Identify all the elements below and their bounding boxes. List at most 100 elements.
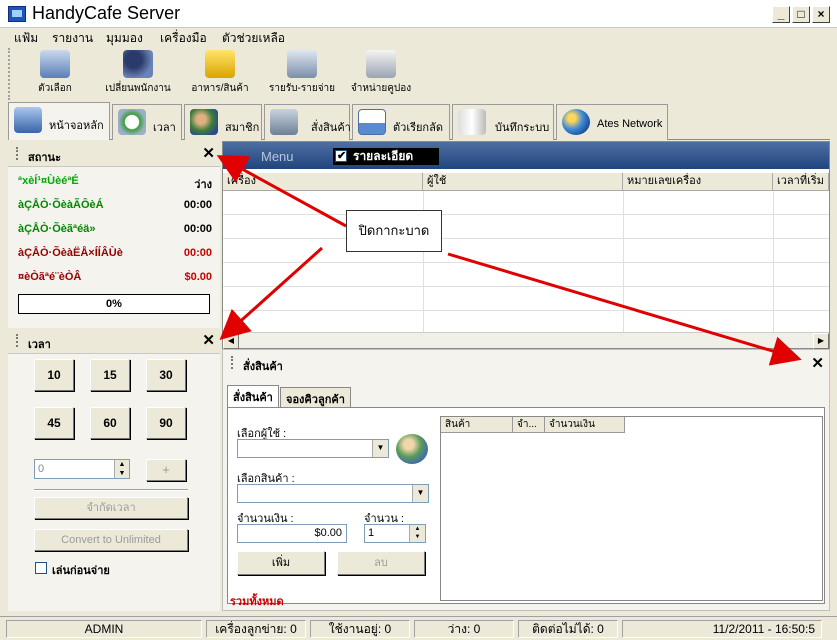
- tab-label: สมาชิก: [225, 122, 260, 134]
- amount-field[interactable]: $0.00: [237, 524, 347, 543]
- status-panel-header: สถานะ ✕: [8, 141, 220, 167]
- list-column-header[interactable]: จำ...: [513, 417, 545, 433]
- grid-line: [223, 310, 829, 311]
- status-datetime: 11/2/2011 - 16:50:5: [622, 620, 822, 638]
- grid-line: [223, 286, 829, 287]
- minimize-button[interactable]: _: [772, 6, 790, 23]
- order-form: เลือกผู้ใช้ : ▼ เลือกสินค้า : ▼ จำนวนเงิ…: [227, 407, 825, 608]
- status-label: àÇÅÒ·ÕèàÃÔèÁ: [18, 199, 104, 211]
- grip-handle[interactable]: [231, 356, 234, 369]
- clients-grid: Menu รายละเอียด เครื่อง ผู้ใช้ หมายเลขเค…: [222, 141, 830, 349]
- add-time-button[interactable]: +: [146, 459, 186, 481]
- chevron-down-icon[interactable]: ▼: [372, 440, 388, 457]
- printer-coupon-icon: [366, 50, 396, 78]
- tab-system-log[interactable]: บันทึกระบบ: [452, 104, 554, 140]
- tab-order-products[interactable]: สั่งสินค้า: [227, 385, 279, 408]
- toolbar-change-staff-button[interactable]: เปลี่ยนพนักงาน: [98, 50, 178, 96]
- time-60-button[interactable]: 60: [90, 407, 130, 439]
- delete-item-button[interactable]: ลบ: [337, 551, 425, 575]
- time-15-button[interactable]: 15: [90, 359, 130, 391]
- grid-menu-label[interactable]: Menu: [261, 149, 294, 164]
- convert-unlimited-button[interactable]: Convert to Unlimited: [34, 529, 188, 551]
- order-panel-header: สั่งสินค้า ✕: [223, 350, 829, 376]
- status-label: ªxèÍ¹¤ÙèéªÉ: [18, 175, 79, 187]
- close-window-button[interactable]: ×: [812, 6, 830, 23]
- menu-file[interactable]: แฟ้ม: [14, 29, 38, 48]
- tab-main-screen[interactable]: หน้าจอหลัก: [8, 102, 110, 140]
- detail-toggle[interactable]: รายละเอียด: [333, 148, 439, 165]
- maximize-button[interactable]: □: [792, 6, 810, 23]
- close-time-panel-button[interactable]: ✕: [202, 331, 215, 349]
- toolbar-label: จำหน่ายคูปอง: [350, 83, 412, 94]
- prepay-checkbox[interactable]: [35, 562, 47, 574]
- menu-report[interactable]: รายงาน: [52, 29, 93, 48]
- time-spinner[interactable]: 0 ▲ ▼: [34, 459, 130, 479]
- detail-checkbox[interactable]: [335, 148, 347, 164]
- menu-help[interactable]: ตัวช่วยเหลือ: [222, 29, 285, 48]
- time-30-button[interactable]: 30: [146, 359, 186, 391]
- grid-column-header[interactable]: เครื่อง: [223, 173, 423, 191]
- order-items-list[interactable]: สินค้า จำ... จำนวนเงิน: [440, 416, 823, 601]
- scroll-left-icon[interactable]: ◀: [223, 333, 239, 349]
- close-status-panel-button[interactable]: ✕: [202, 144, 215, 162]
- stepper-arrows-icon[interactable]: ▲ ▼: [409, 525, 425, 542]
- menu-bar: แฟ้ม รายงาน มุมมอง เครื่องมือ ตัวช่วยเหล…: [0, 28, 837, 48]
- tab-ates-network[interactable]: Ates Network: [556, 104, 668, 140]
- time-45-button[interactable]: 45: [34, 407, 74, 439]
- status-row: àÇÅÒ·Õèãªéä» 00:00: [18, 223, 212, 239]
- time-panel-header: เวลา ✕: [8, 328, 220, 354]
- shortcuts-icon: [358, 109, 386, 135]
- main-screen-icon: [14, 107, 42, 133]
- cash-register-icon: [287, 50, 317, 78]
- list-column-header[interactable]: จำนวนเงิน: [545, 417, 625, 433]
- status-label: ¤èÒãªé¨èÒÂ: [18, 271, 82, 283]
- horizontal-scrollbar[interactable]: ◀ ▶: [223, 332, 829, 349]
- globe-icon: [562, 109, 590, 135]
- tab-time[interactable]: เวลา: [112, 104, 182, 140]
- toolbar-options-button[interactable]: ตัวเลือก: [30, 50, 80, 96]
- user-lookup-icon[interactable]: [396, 434, 428, 464]
- toolbar: ตัวเลือก เปลี่ยนพนักงาน อาหาร/สินค้า ราย…: [8, 48, 830, 100]
- total-label: รวมทั้งหมด: [230, 596, 284, 608]
- select-product-dropdown[interactable]: ▼: [237, 484, 429, 503]
- status-value: $0.00: [184, 271, 212, 283]
- close-order-panel-button[interactable]: ✕: [811, 354, 824, 372]
- toolbar-label: รายรับ-รายจ่าย: [268, 83, 336, 94]
- tab-order[interactable]: สั่งสินค้า: [264, 104, 351, 140]
- grid-column-header[interactable]: หมายเลขเครื่อง: [623, 173, 773, 191]
- add-item-button[interactable]: เพิ่ม: [237, 551, 325, 575]
- limit-time-button[interactable]: จำกัดเวลา: [34, 497, 188, 519]
- status-value: 00:00: [183, 223, 212, 235]
- grid-line: [223, 262, 829, 263]
- status-row: ªxèÍ¹¤ÙèéªÉ ว่าง: [18, 175, 212, 191]
- menu-view[interactable]: มุมมอง: [106, 29, 143, 48]
- scroll-right-icon[interactable]: ▶: [813, 333, 829, 349]
- status-unreachable: ติดต่อไม่ได้: 0: [518, 620, 618, 638]
- tab-reservation[interactable]: จองคิวลูกค้า: [280, 387, 351, 407]
- status-panel-title: สถานะ: [28, 152, 61, 164]
- list-column-header[interactable]: สินค้า: [441, 417, 513, 433]
- grip-handle[interactable]: [16, 334, 19, 347]
- menu-tools[interactable]: เครื่องมือ: [160, 29, 207, 48]
- detail-label: รายละเอียด: [353, 149, 414, 163]
- toolbar-income-expense-button[interactable]: รายรับ-รายจ่าย: [262, 50, 342, 96]
- spinner-arrows-icon[interactable]: ▲ ▼: [114, 460, 129, 478]
- qty-stepper[interactable]: 1 ▲ ▼: [364, 524, 426, 543]
- status-label: àÇÅÒ·ÕèàËÅ×ÍÍÂÙè: [18, 247, 123, 259]
- chevron-down-icon[interactable]: ▼: [412, 485, 428, 502]
- change-staff-icon: [123, 50, 153, 78]
- status-value: 00:00: [183, 199, 212, 211]
- time-10-button[interactable]: 10: [34, 359, 74, 391]
- toolbar-food-button[interactable]: อาหาร/สินค้า: [182, 50, 258, 96]
- grid-column-header[interactable]: ผู้ใช้: [423, 173, 623, 191]
- tab-label: เวลา: [153, 122, 176, 134]
- shopping-cart-icon: [270, 109, 298, 135]
- time-90-button[interactable]: 90: [146, 407, 186, 439]
- grid-column-header[interactable]: เวลาที่เริ่ม: [773, 173, 829, 191]
- toolbar-coupon-button[interactable]: จำหน่ายคูปอง: [346, 50, 416, 96]
- tab-shortcuts[interactable]: ตัวเรียกลัด: [352, 104, 450, 140]
- grip-handle[interactable]: [16, 147, 19, 160]
- tab-members[interactable]: สมาชิก: [184, 104, 262, 140]
- select-user-dropdown[interactable]: ▼: [237, 439, 389, 458]
- members-icon: [190, 109, 218, 135]
